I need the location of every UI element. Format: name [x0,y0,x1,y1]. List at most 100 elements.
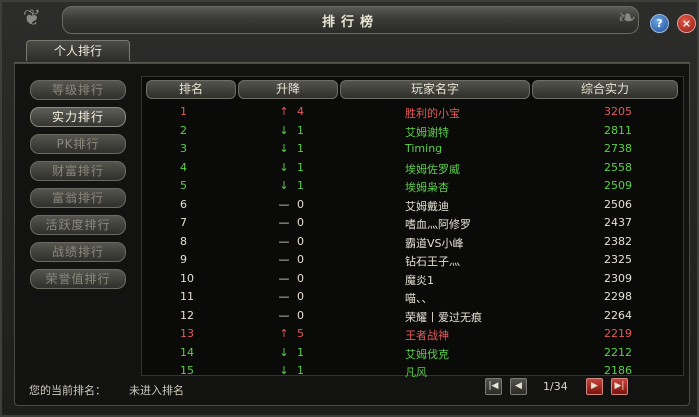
rank-cell: 4 [180,160,187,174]
table-row[interactable]: 7 — 0 嗜血灬阿修罗 2437 [142,214,683,233]
change-arrow-icon: ↓ [279,364,289,377]
change-arrow-icon: ↓ [279,123,289,137]
change-arrow-icon: — [278,308,290,322]
table-row[interactable]: 12 — 0 荣耀丨爱过无痕 2264 [142,307,683,326]
change-arrow-icon: — [278,197,290,211]
power-value: 2558 [604,160,632,174]
rank-cell: 10 [180,271,194,285]
power-value: 2309 [604,271,632,285]
ranking-window: ❦ 排行榜 ❧ ? × 个人排行 等级排行 实力排行 PK排行 财富排行 富翁排… [0,0,699,417]
change-amount: 0 [297,197,304,211]
change-arrow-icon: ↓ [279,142,289,155]
change-amount: 0 [297,253,304,266]
player-name: 埃姆枭杏 [405,181,449,194]
rank-cell: 1 [180,105,187,118]
header-player-name[interactable]: 玩家名字 [340,80,530,99]
menu-level-ranking[interactable]: 等级排行 [30,80,126,100]
table-row[interactable]: 10 — 0 魔炎1 2309 [142,270,683,289]
table-row[interactable]: 6 — 0 艾姆戴迪 2506 [142,196,683,215]
current-rank-label: 您的当前排名： [29,384,106,397]
power-value: 2506 [604,197,632,211]
change-arrow-icon: — [278,216,290,229]
change-arrow-icon: ↓ [279,345,289,359]
menu-rich-ranking[interactable]: 富翁排行 [30,188,126,208]
change-amount: 1 [297,123,304,137]
change-amount: 0 [297,216,304,229]
menu-battle-ranking[interactable]: 战绩排行 [30,242,126,262]
power-value: 2219 [604,327,632,340]
tab-strip: 个人排行 [14,40,690,63]
player-name: 王者战神 [405,329,449,342]
close-button[interactable]: × [677,14,696,33]
power-value: 2811 [604,123,632,137]
player-name: 艾姆谢特 [405,125,449,139]
ranking-category-menu: 等级排行 实力排行 PK排行 财富排行 富翁排行 活跃度排行 战绩排行 荣誉值排… [30,80,142,296]
player-name: 荣耀丨爱过无痕 [405,310,482,324]
power-value: 2298 [604,290,632,303]
player-name: Timing [405,142,443,155]
ranking-table: 排名 升降 玩家名字 综合实力 1 ↑ 4 胜利的小宝 3205 2 ↓ 1 艾姆谢特 2811 3… [141,76,684,379]
table-body: 1 ↑ 4 胜利的小宝 3205 2 ↓ 1 艾姆谢特 2811 3 ↓ 1 Timing 2738 4 ↓ 1 埃… [142,103,683,381]
rank-cell: 2 [180,123,187,137]
change-amount: 0 [297,290,304,303]
table-row[interactable]: 4 ↓ 1 埃姆佐罗威 2558 [142,159,683,178]
next-page-icon[interactable]: ▶ [586,378,603,395]
change-arrow-icon: — [278,253,290,266]
window-title: 排行榜 [321,15,379,30]
left-ornament-icon: ❦ [22,6,42,31]
rank-cell: 12 [180,308,194,322]
menu-power-ranking[interactable]: 实力排行 [30,107,126,127]
change-arrow-icon: ↑ [279,327,289,340]
player-name: 艾姆戴迪 [405,199,449,213]
change-arrow-icon: — [278,271,290,285]
change-amount: 1 [297,142,304,155]
rank-cell: 13 [180,327,194,340]
change-arrow-icon: — [278,234,290,248]
power-value: 2212 [604,345,632,359]
player-name: 凡风 [405,366,427,379]
menu-honor-ranking[interactable]: 荣誉值排行 [30,269,126,289]
prev-page-icon[interactable]: ◀ [510,378,527,395]
title-bar[interactable]: 排行榜 [62,6,639,34]
menu-wealth-ranking[interactable]: 财富排行 [30,161,126,181]
change-amount: 1 [297,179,304,192]
player-name: 胜利的小宝 [405,107,460,120]
player-name: 艾姆伐克 [405,347,449,361]
player-name: 钻石王子灬 [405,255,460,268]
table-row[interactable]: 13 ↑ 5 王者战神 2219 [142,325,683,344]
power-value: 2437 [604,216,632,229]
tab-personal-ranking[interactable]: 个人排行 [26,40,130,61]
table-row[interactable]: 9 — 0 钻石王子灬 2325 [142,251,683,270]
change-amount: 0 [297,234,304,248]
change-amount: 5 [297,327,304,340]
change-amount: 0 [297,271,304,285]
header-rank[interactable]: 排名 [146,80,236,99]
power-value: 2382 [604,234,632,248]
player-name: 喵、、 [405,292,433,305]
menu-pk-ranking[interactable]: PK排行 [30,134,126,154]
last-page-icon[interactable]: ▶| [611,378,628,395]
table-row[interactable]: 1 ↑ 4 胜利的小宝 3205 [142,103,683,122]
rank-cell: 5 [180,179,187,192]
header-change[interactable]: 升降 [238,80,338,99]
table-row[interactable]: 8 — 0 霸道VS小峰 2382 [142,233,683,252]
change-arrow-icon: ↓ [279,179,289,192]
table-row[interactable]: 11 — 0 喵、、 2298 [142,288,683,307]
player-name: 霸道VS小峰 [405,236,464,250]
change-arrow-icon: ↓ [279,160,289,174]
player-name: 魔炎1 [405,273,434,287]
first-page-icon[interactable]: |◀ [485,378,502,395]
table-row[interactable]: 14 ↓ 1 艾姆伐克 2212 [142,344,683,363]
header-power[interactable]: 综合实力 [532,80,678,99]
table-header: 排名 升降 玩家名字 综合实力 [146,80,681,100]
ranking-panel: 等级排行 实力排行 PK排行 财富排行 富翁排行 活跃度排行 战绩排行 荣誉值排… [14,63,690,406]
table-row[interactable]: 2 ↓ 1 艾姆谢特 2811 [142,122,683,141]
rank-cell: 15 [180,364,194,377]
menu-activity-ranking[interactable]: 活跃度排行 [30,215,126,235]
table-row[interactable]: 5 ↓ 1 埃姆枭杏 2509 [142,177,683,196]
power-value: 2264 [604,308,632,322]
help-button[interactable]: ? [650,14,669,33]
rank-cell: 9 [180,253,187,266]
table-row[interactable]: 3 ↓ 1 Timing 2738 [142,140,683,159]
change-amount: 1 [297,345,304,359]
